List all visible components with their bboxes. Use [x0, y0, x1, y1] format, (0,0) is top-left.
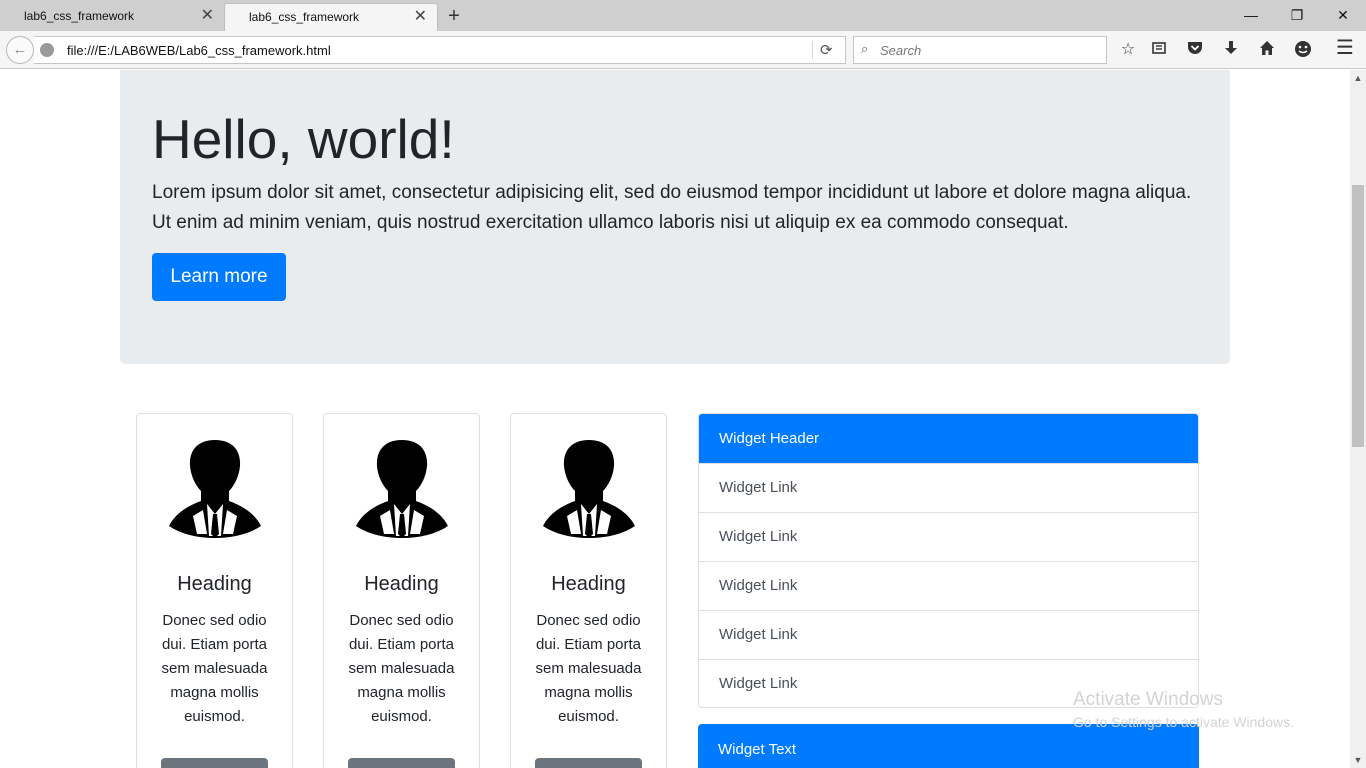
- activate-windows-title: Activate Windows: [1073, 689, 1223, 710]
- reading-list-icon[interactable]: [1148, 40, 1170, 62]
- jumbotron: Hello, world! Lorem ipsum dolor sit amet…: [120, 70, 1230, 364]
- close-window-icon[interactable]: ✕: [1320, 2, 1366, 28]
- menu-icon[interactable]: ☰: [1334, 38, 1356, 60]
- reload-icon[interactable]: ⟳: [820, 37, 833, 64]
- scrollbar-thumb[interactable]: [1352, 185, 1364, 447]
- card-button[interactable]: [348, 758, 455, 768]
- card-text: Donec sed odio dui. Etiam porta sem male…: [348, 612, 455, 725]
- widget-link[interactable]: Widget Link: [699, 463, 1198, 512]
- card-button[interactable]: [535, 758, 642, 768]
- close-tab-icon[interactable]: ✕: [201, 3, 214, 29]
- tab-title: lab6_css_framework: [249, 10, 360, 24]
- widget-link[interactable]: Widget Link: [699, 512, 1198, 561]
- scroll-up-icon[interactable]: ▲: [1350, 70, 1366, 86]
- search-placeholder: Search: [880, 43, 922, 58]
- pocket-icon[interactable]: [1184, 40, 1206, 62]
- close-tab-icon[interactable]: ✕: [414, 4, 427, 30]
- widget-panel: Widget Header Widget Link Widget Link Wi…: [698, 413, 1199, 708]
- person-icon: [356, 440, 448, 538]
- widget-link[interactable]: Widget Link: [699, 561, 1198, 610]
- back-arrow-icon[interactable]: ←: [6, 36, 34, 64]
- home-icon[interactable]: [1256, 40, 1278, 62]
- globe-icon: [40, 43, 54, 57]
- page-title: Hello, world!: [152, 108, 455, 170]
- person-icon: [169, 440, 261, 538]
- url-separator: [812, 41, 813, 59]
- restore-icon[interactable]: ❐: [1274, 2, 1320, 28]
- url-text[interactable]: file:///E:/LAB6WEB/Lab6_css_framework.ht…: [67, 37, 331, 64]
- browser-tab[interactable]: lab6_css_framework ✕: [0, 3, 224, 31]
- download-icon[interactable]: [1220, 40, 1242, 62]
- scroll-down-icon[interactable]: ▼: [1350, 752, 1366, 768]
- search-input[interactable]: ⌕ Search: [853, 36, 1107, 64]
- star-icon[interactable]: ☆: [1117, 40, 1139, 62]
- url-bar[interactable]: file:///E:/LAB6WEB/Lab6_css_framework.ht…: [34, 36, 846, 64]
- new-tab-icon[interactable]: +: [444, 4, 464, 28]
- profile-card: Heading Donec sed odio dui. Etiam porta …: [323, 413, 480, 768]
- navigation-toolbar: file:///E:/LAB6WEB/Lab6_css_framework.ht…: [0, 31, 1366, 69]
- card-text: Donec sed odio dui. Etiam porta sem male…: [161, 612, 268, 725]
- browser-tab-active[interactable]: lab6_css_framework ✕: [224, 3, 438, 31]
- widget-link[interactable]: Widget Link: [699, 610, 1198, 659]
- profile-card: Heading Donec sed odio dui. Etiam porta …: [510, 413, 667, 768]
- tab-bar: lab6_css_framework ✕ lab6_css_framework …: [0, 0, 1366, 31]
- card-heading: Heading: [177, 573, 252, 595]
- minimize-icon[interactable]: —: [1228, 2, 1274, 28]
- learn-more-button[interactable]: Learn more: [152, 253, 286, 301]
- search-icon: ⌕: [861, 41, 869, 56]
- card-heading: Heading: [364, 573, 439, 595]
- page-viewport: Hello, world! Lorem ipsum dolor sit amet…: [0, 70, 1350, 768]
- card-button[interactable]: [161, 758, 268, 768]
- smiley-icon[interactable]: [1292, 40, 1314, 62]
- profile-card: Heading Donec sed odio dui. Etiam porta …: [136, 413, 293, 768]
- widget-header: Widget Header: [699, 414, 1198, 463]
- person-icon: [543, 440, 635, 538]
- tab-title: lab6_css_framework: [24, 9, 135, 23]
- card-text: Donec sed odio dui. Etiam porta sem male…: [535, 612, 642, 725]
- lead-paragraph: Lorem ipsum dolor sit amet, consectetur …: [152, 182, 1192, 233]
- activate-windows-subtitle: Go to Settings to activate Windows.: [1073, 714, 1294, 730]
- card-heading: Heading: [551, 573, 626, 595]
- vertical-scrollbar[interactable]: ▲ ▼: [1350, 70, 1366, 768]
